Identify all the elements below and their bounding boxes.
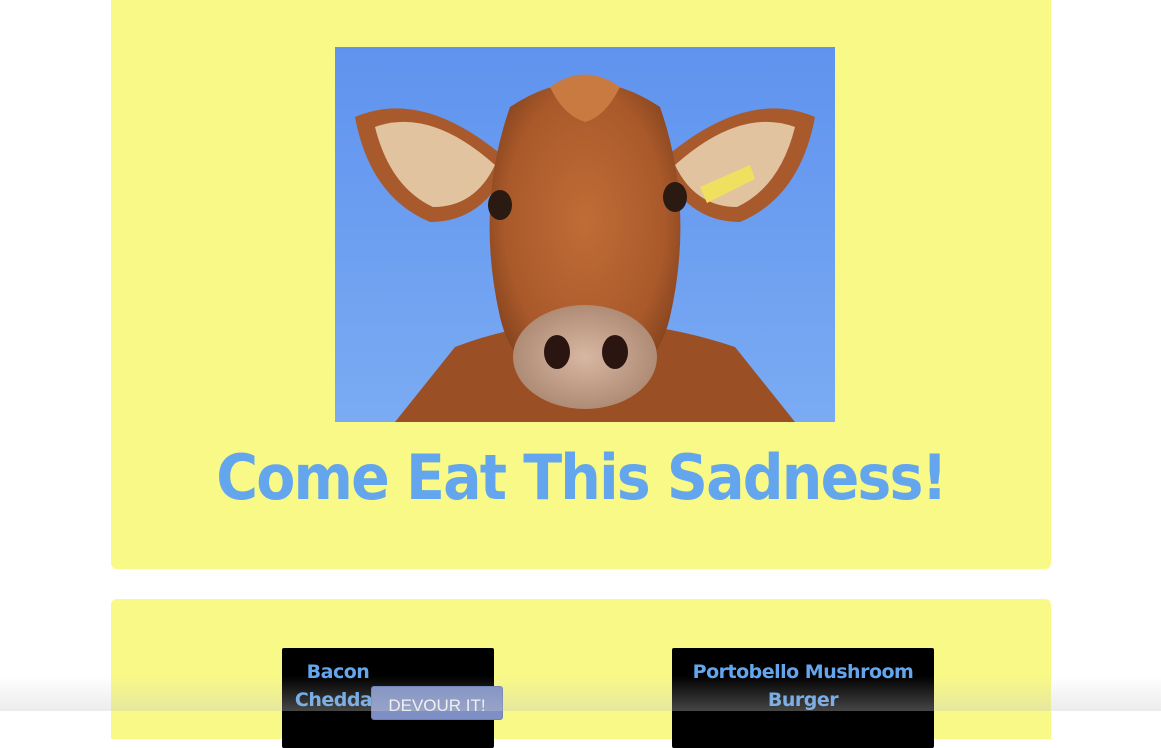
devour-button[interactable]: DEVOUR IT!: [371, 686, 503, 720]
cow-illustration: [335, 47, 835, 422]
hero-panel: Come Eat This Sadness!: [111, 0, 1051, 569]
burger-name: Portobello Mushroom Burger: [692, 661, 914, 711]
burger-list-panel: Bacon Cheddar DEVOUR IT! Portobello Mush…: [111, 599, 1051, 748]
cow-image: [335, 47, 835, 422]
burger-card-bacon-cheddar: Bacon Cheddar DEVOUR IT!: [282, 648, 503, 748]
burger-card-portobello: Portobello Mushroom Burger: [672, 648, 934, 748]
page-title: Come Eat This Sadness!: [216, 441, 947, 514]
